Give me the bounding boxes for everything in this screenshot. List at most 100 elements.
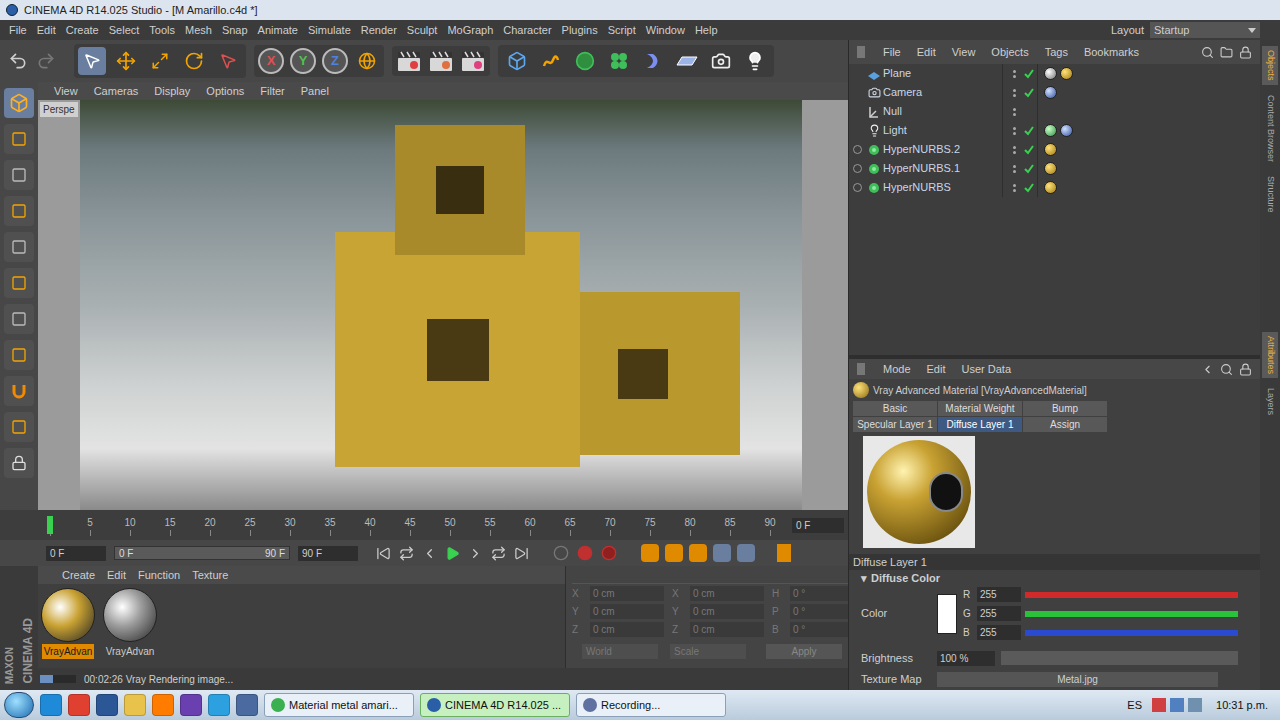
cube-button[interactable]	[504, 48, 530, 74]
menu-item[interactable]: Sculpt	[402, 22, 443, 39]
start-button[interactable]	[4, 692, 34, 718]
play-icon[interactable]	[445, 546, 460, 561]
taskbar-task[interactable]: Recording...	[576, 693, 726, 717]
workplane-mode-button[interactable]	[4, 160, 34, 190]
attribute-menu-item[interactable]: Mode	[875, 361, 919, 378]
layout-dropdown[interactable]: Startup	[1150, 22, 1260, 39]
visibility-dots[interactable]	[1007, 165, 1021, 173]
scale-button[interactable]	[146, 47, 174, 75]
camera-button[interactable]	[708, 48, 734, 74]
material-tag-icon[interactable]	[1044, 162, 1057, 175]
enabled-check-icon[interactable]	[1024, 164, 1034, 174]
visibility-dots[interactable]	[1007, 70, 1021, 78]
texture-mode-button[interactable]	[4, 124, 34, 154]
redo-button[interactable]	[36, 51, 56, 71]
menu-item[interactable]: File	[4, 22, 32, 39]
move-button[interactable]	[112, 47, 140, 75]
record-icon[interactable]	[553, 545, 569, 561]
object-menu-item[interactable]: Objects	[983, 44, 1036, 61]
model-mode-button[interactable]	[4, 88, 34, 118]
taskbar-task[interactable]: CINEMA 4D R14.025 ...	[420, 693, 570, 717]
menu-item[interactable]: Window	[641, 22, 690, 39]
pinned-app-icon[interactable]	[68, 694, 90, 716]
brightness-field[interactable]: 100 %	[937, 651, 995, 666]
enabled-check-icon[interactable]	[1024, 126, 1034, 136]
object-name[interactable]: Null	[883, 103, 963, 120]
vray-tag-icon[interactable]	[1044, 124, 1057, 137]
volume-icon[interactable]	[1188, 698, 1202, 712]
taskbar-task[interactable]: Material metal amari...	[264, 693, 414, 717]
key-pla-icon[interactable]	[737, 544, 755, 562]
enabled-check-icon[interactable]	[1024, 145, 1034, 155]
end-frame-field[interactable]: 90 F	[298, 546, 358, 561]
channel-slider[interactable]	[1025, 592, 1238, 598]
next-frame-icon[interactable]	[468, 546, 483, 561]
attribute-tab[interactable]: Assign	[1023, 417, 1107, 432]
apply-button[interactable]: Apply	[766, 644, 842, 659]
object-row[interactable]: Light	[849, 121, 1260, 140]
object-row[interactable]: HyperNURBS	[849, 178, 1260, 197]
key-position-icon[interactable]	[641, 544, 659, 562]
pinned-app-icon[interactable]	[96, 694, 118, 716]
deformer-button[interactable]	[640, 48, 666, 74]
search-icon[interactable]	[1201, 46, 1214, 59]
pinned-app-icon[interactable]	[152, 694, 174, 716]
material-menu-item[interactable]: Texture	[188, 567, 232, 584]
channel-slider[interactable]	[1025, 611, 1238, 617]
previous-frame-icon[interactable]	[422, 546, 437, 561]
polygons-mode-button[interactable]	[4, 268, 34, 298]
go-to-start-icon[interactable]	[376, 546, 391, 561]
material-tag-icon[interactable]	[1044, 181, 1057, 194]
points-mode-button[interactable]	[4, 196, 34, 226]
rotate-button[interactable]	[180, 47, 208, 75]
attribute-menu-item[interactable]: Edit	[919, 361, 954, 378]
object-row[interactable]: HyperNURBS.1	[849, 159, 1260, 178]
enabled-check-icon[interactable]	[1024, 183, 1034, 193]
expand-icon[interactable]	[853, 183, 862, 192]
enabled-check-icon[interactable]	[1024, 69, 1034, 79]
visibility-dots[interactable]	[1007, 184, 1021, 192]
spline-button[interactable]	[538, 48, 564, 74]
attribute-tab[interactable]: Basic	[853, 401, 937, 416]
material-tag-icon[interactable]	[1044, 143, 1057, 156]
channel-field[interactable]: 255	[977, 625, 1021, 640]
floor-button[interactable]	[674, 48, 700, 74]
position-field[interactable]: 0 cm	[590, 622, 664, 637]
object-name[interactable]: Light	[883, 122, 963, 139]
viewport-menu-item[interactable]: Cameras	[88, 83, 145, 100]
back-icon[interactable]	[1201, 363, 1214, 376]
last-tool-button[interactable]	[214, 47, 242, 75]
lock-icon[interactable]	[1239, 46, 1252, 59]
menu-item[interactable]: Create	[61, 22, 104, 39]
side-tab[interactable]: Layers	[1262, 384, 1278, 419]
group-header[interactable]: ▾Diffuse Color	[849, 570, 1260, 586]
light-button[interactable]	[742, 48, 768, 74]
material-menu-item[interactable]: Edit	[103, 567, 130, 584]
material-preview[interactable]	[863, 436, 975, 548]
material-item[interactable]: VrayAdvan	[102, 588, 158, 659]
position-field[interactable]: 0 cm	[590, 586, 664, 601]
lock-tool-button[interactable]	[4, 448, 34, 478]
channel-field[interactable]: 255	[977, 606, 1021, 621]
render-view-icon[interactable]	[396, 49, 422, 73]
object-name[interactable]: HyperNURBS.1	[883, 160, 963, 177]
texture-tag-icon[interactable]	[1044, 67, 1057, 80]
edges-mode-button[interactable]	[4, 232, 34, 262]
axis-mode-button[interactable]	[4, 304, 34, 334]
search-icon[interactable]	[1220, 363, 1233, 376]
side-tab[interactable]: Content Browser	[1262, 91, 1278, 166]
timeline-ruler[interactable]: 051015202530354045505560657075808590	[0, 515, 790, 536]
object-menu-item[interactable]: Edit	[909, 44, 944, 61]
object-menu-item[interactable]: Bookmarks	[1076, 44, 1147, 61]
material-tag-icon[interactable]	[1060, 67, 1073, 80]
clock[interactable]: 10:31 p.m.	[1208, 697, 1276, 714]
time-marker[interactable]	[47, 516, 53, 534]
start-frame-field[interactable]: 0 F	[46, 546, 106, 561]
array-button[interactable]	[606, 48, 632, 74]
expand-icon[interactable]	[853, 164, 862, 173]
previous-key-icon[interactable]	[399, 546, 414, 561]
position-field[interactable]: 0 cm	[590, 604, 664, 619]
pinned-app-icon[interactable]	[124, 694, 146, 716]
coordinate-dropdown[interactable]: Scale	[670, 644, 746, 659]
visibility-dots[interactable]	[1007, 89, 1021, 97]
